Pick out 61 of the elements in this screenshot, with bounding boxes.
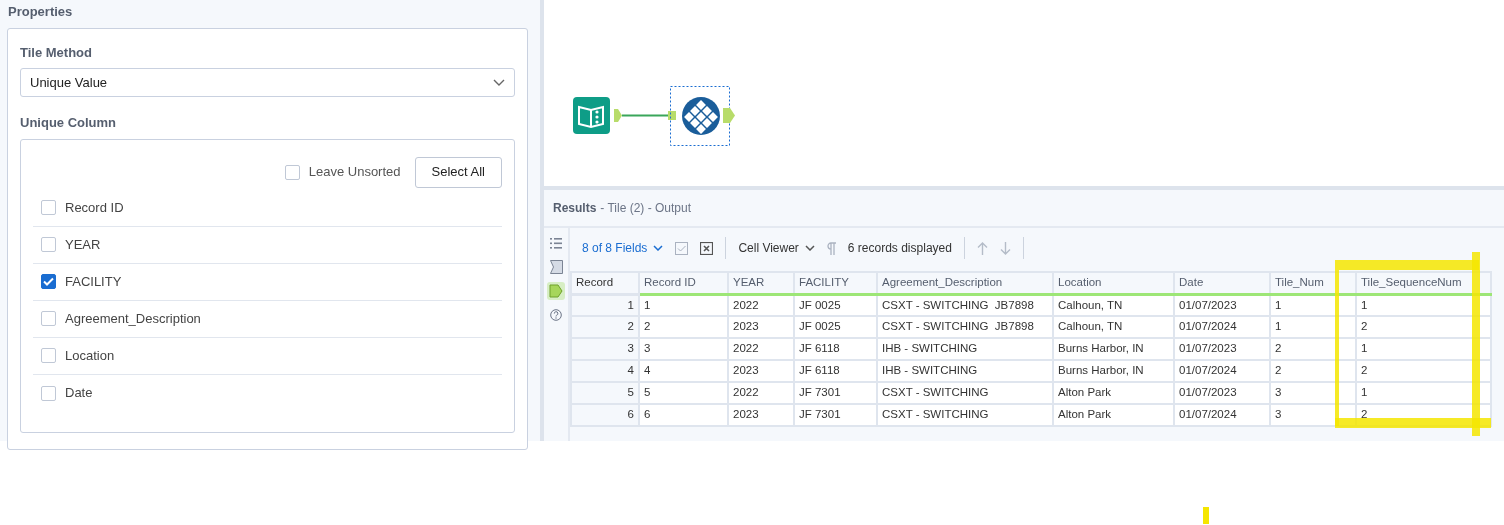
help-icon[interactable] xyxy=(547,306,565,324)
table-cell: IHB - SWITCHING xyxy=(877,360,1053,382)
panel-title: Results xyxy=(553,200,597,217)
checkbox[interactable] xyxy=(284,164,300,180)
checkbox-label: Location xyxy=(65,346,115,365)
column-header[interactable]: Tile_Num xyxy=(1270,272,1356,294)
tile-method-dropdown[interactable]: Unique Value xyxy=(20,68,515,97)
checkbox[interactable] xyxy=(41,385,56,401)
column-header[interactable]: Date xyxy=(1174,272,1270,294)
marker-stroke xyxy=(1203,507,1209,524)
book-icon[interactable] xyxy=(573,97,610,134)
table-cell: CSXT - SWITCHING JB7898 xyxy=(877,316,1053,338)
column-header[interactable]: Agreement_Description xyxy=(877,272,1053,294)
row-number: 4 xyxy=(571,360,639,382)
tag-icon[interactable] xyxy=(547,282,565,300)
chevron-down-icon[interactable] xyxy=(653,245,664,251)
table-cell: IHB - SWITCHING xyxy=(877,338,1053,360)
row-number: 2 xyxy=(571,316,639,338)
checkbox-label: Record ID xyxy=(65,198,124,217)
close-icon[interactable] xyxy=(700,241,714,255)
checkbox-label: YEAR xyxy=(65,235,101,254)
table-cell: CSXT - SWITCHING xyxy=(877,404,1053,426)
pilcrow-icon[interactable] xyxy=(826,241,836,255)
field-label: Tile Method xyxy=(20,43,93,62)
connector-drawing xyxy=(614,108,676,123)
checkbox-icon[interactable] xyxy=(675,241,689,255)
record-count: 6 records displayed xyxy=(847,240,952,257)
field-label: Unique Column xyxy=(20,114,118,132)
checkbox-label: Agreement_Description xyxy=(65,309,201,328)
table-cell: CSXT - SWITCHING xyxy=(877,382,1053,404)
checkbox[interactable] xyxy=(41,311,56,326)
row-number: 3 xyxy=(571,338,639,360)
panel-title: Properties xyxy=(8,3,74,21)
arrow-down-icon[interactable] xyxy=(999,241,1011,255)
checkbox[interactable] xyxy=(41,274,56,289)
column-header[interactable]: Record xyxy=(571,272,639,294)
row-number: 6 xyxy=(571,404,639,426)
table-cell: CSXT - SWITCHING JB7898 xyxy=(877,294,1053,316)
panel-subtitle: - Tile (2) - Output xyxy=(600,200,692,217)
checkbox[interactable] xyxy=(41,348,56,363)
row-number: 1 xyxy=(571,294,639,316)
selection-frame xyxy=(670,86,730,146)
chevron-down-icon xyxy=(493,79,505,86)
checkbox-label: FACILITY xyxy=(65,272,122,291)
column-header[interactable]: Tile_SequenceNum xyxy=(1356,272,1491,294)
column-header[interactable]: FACILITY xyxy=(794,272,877,294)
checkbox[interactable] xyxy=(41,237,56,252)
column-header[interactable]: Location xyxy=(1053,272,1174,294)
column-header[interactable]: Record ID xyxy=(639,272,728,294)
checkbox[interactable] xyxy=(41,200,56,215)
fields-dropdown[interactable]: 8 of 8 Fields xyxy=(582,239,664,257)
checkbox-label: Date xyxy=(65,384,93,403)
arrow-up-icon[interactable] xyxy=(976,241,988,255)
chevron-down-icon[interactable] xyxy=(804,245,815,251)
cell-viewer-dropdown[interactable]: Cell Viewer xyxy=(738,239,815,257)
flag-icon[interactable] xyxy=(547,258,565,276)
select-all-button[interactable]: Select All xyxy=(414,156,502,188)
column-header[interactable]: YEAR xyxy=(728,272,794,294)
output-anchor-icon[interactable] xyxy=(723,108,735,123)
checkbox-label: Leave Unsorted xyxy=(308,163,401,182)
row-number: 5 xyxy=(571,382,639,404)
